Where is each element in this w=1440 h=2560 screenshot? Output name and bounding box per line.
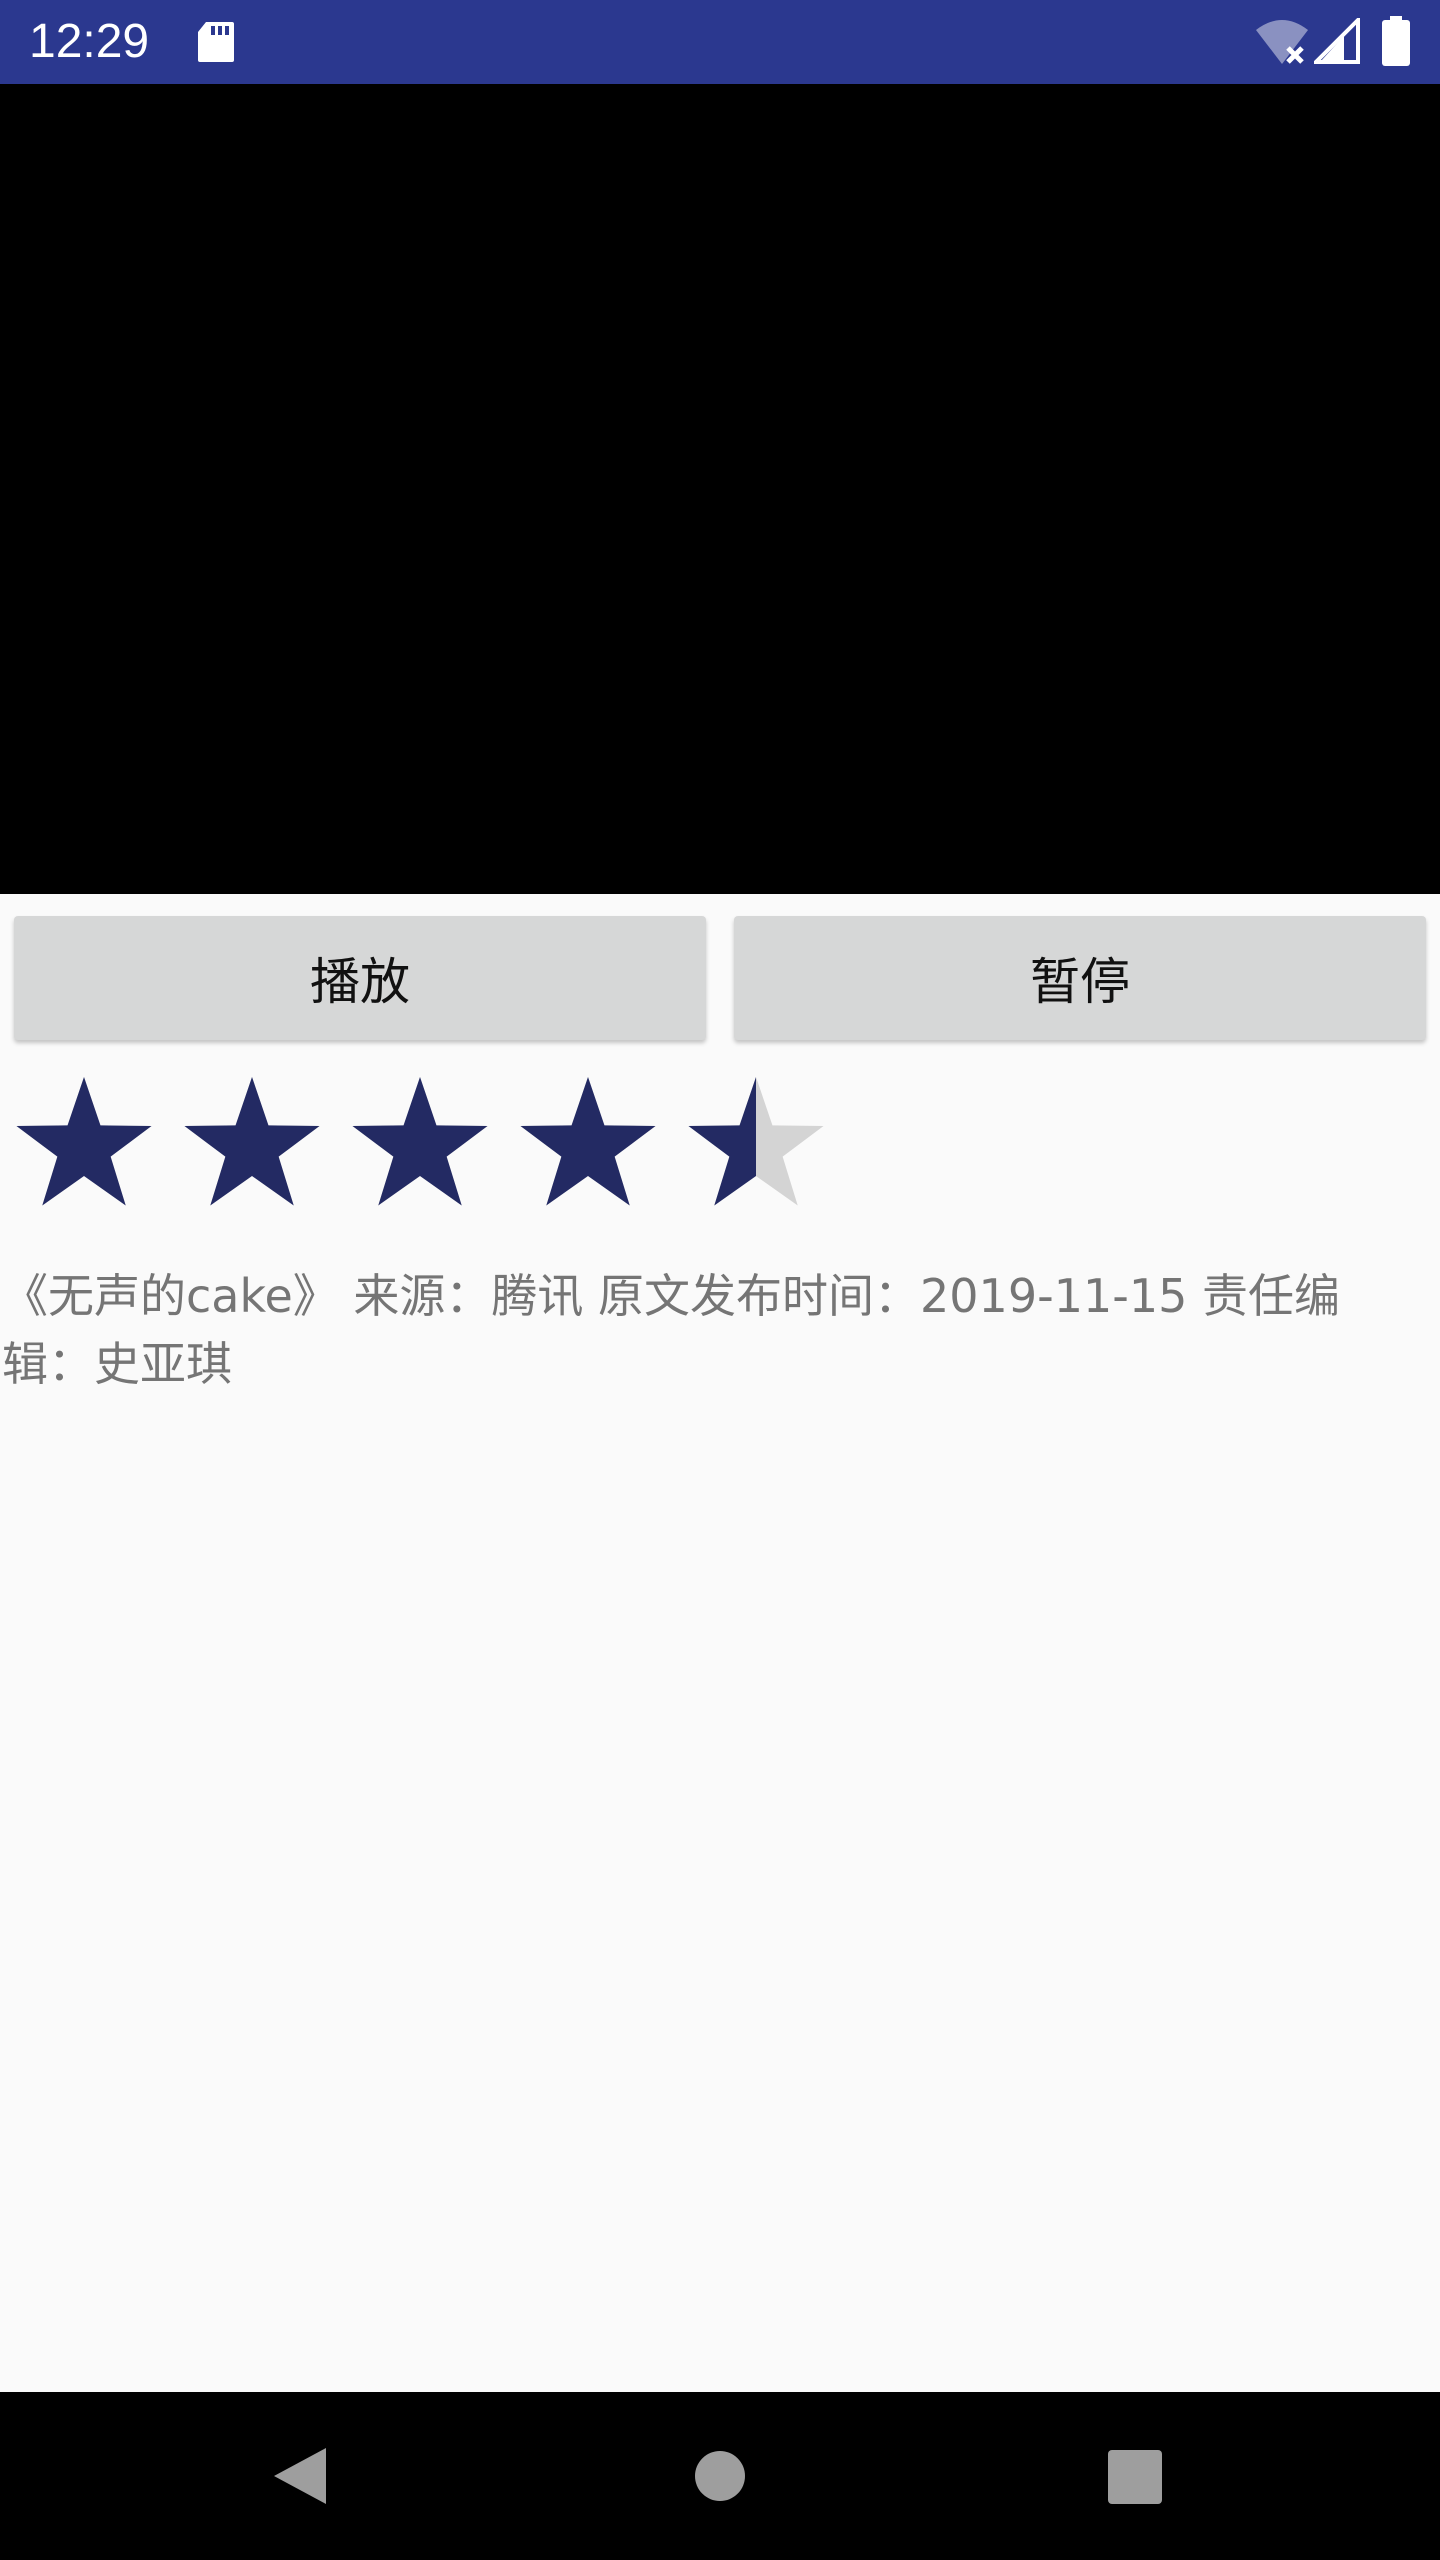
status-bar: 12:29 xyxy=(0,0,1440,84)
sd-card-icon xyxy=(196,20,236,64)
rating-star[interactable] xyxy=(352,1077,488,1206)
pause-button[interactable]: 暂停 xyxy=(734,916,1426,1040)
rating-star[interactable] xyxy=(184,1077,320,1206)
battery-icon xyxy=(1382,16,1410,66)
video-player[interactable] xyxy=(0,84,1440,894)
rating-star[interactable] xyxy=(688,1077,824,1206)
rating-bar[interactable] xyxy=(12,1076,842,1216)
rating-star[interactable] xyxy=(520,1077,656,1206)
description-text: 《无声的cake》 来源：腾讯 原文发布时间：2019-11-15 责任编辑：史… xyxy=(2,1269,1340,1391)
screen: 12:29 播放 暂停 《无声的cake》 来源：腾讯 原文发布时间：2019-… xyxy=(0,0,1440,2560)
rating-star[interactable] xyxy=(16,1077,152,1206)
wifi-off-icon xyxy=(1254,18,1310,66)
cell-signal-icon xyxy=(1311,15,1360,64)
play-button[interactable]: 播放 xyxy=(14,916,706,1040)
back-icon[interactable] xyxy=(272,2446,328,2506)
status-time: 12:29 xyxy=(29,15,150,68)
recents-icon[interactable] xyxy=(1108,2450,1162,2504)
home-icon[interactable] xyxy=(694,2450,746,2502)
navigation-bar xyxy=(0,2392,1440,2560)
